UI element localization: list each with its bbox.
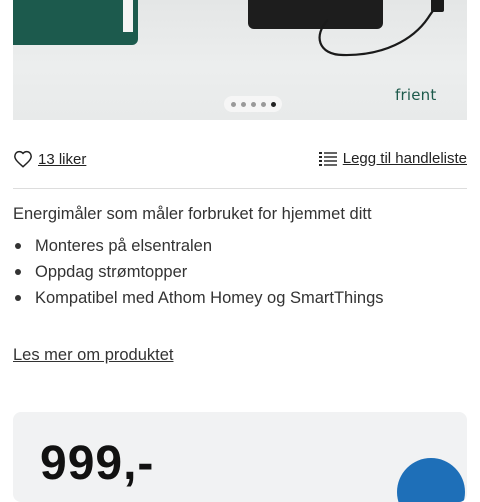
- feature-list: Monteres på elsentralen Oppdag strømtopp…: [13, 236, 384, 314]
- price-panel: 999,-: [13, 412, 467, 502]
- carousel-dot[interactable]: [270, 101, 276, 107]
- carousel-indicator[interactable]: [224, 96, 282, 112]
- feature-item: Monteres på elsentralen: [13, 236, 384, 262]
- price-value: 999,-: [40, 437, 155, 490]
- feature-text: Oppdag strømtopper: [35, 263, 188, 281]
- feature-text: Kompatibel med Athom Homey og SmartThing…: [35, 289, 384, 307]
- feature-text: Monteres på elsentralen: [35, 237, 213, 255]
- bullet-icon: [15, 243, 21, 249]
- carousel-dot[interactable]: [240, 101, 246, 107]
- heart-icon: [14, 150, 32, 168]
- add-to-shopping-list-button[interactable]: Legg til handleliste: [318, 150, 467, 167]
- product-image-carousel[interactable]: frient: [13, 0, 467, 120]
- brand-logo: frient: [395, 86, 437, 104]
- like-button[interactable]: 13 liker: [13, 150, 86, 168]
- feature-item: Oppdag strømtopper: [13, 262, 384, 288]
- carousel-dot[interactable]: [250, 101, 256, 107]
- section-divider: [13, 188, 467, 189]
- read-more-link[interactable]: Les mer om produktet: [13, 346, 174, 365]
- carousel-dot[interactable]: [230, 101, 236, 107]
- shopping-list-label: Legg til handleliste: [342, 150, 467, 167]
- bullet-icon: [15, 269, 21, 275]
- list-icon: [318, 151, 337, 166]
- product-description: Energimåler som måler forbruket for hjem…: [13, 205, 372, 223]
- add-to-cart-button[interactable]: [397, 458, 465, 502]
- bullet-icon: [15, 295, 21, 301]
- likes-count-label: 13 liker: [38, 150, 87, 168]
- feature-item: Kompatibel med Athom Homey og SmartThing…: [13, 288, 384, 314]
- carousel-dot[interactable]: [260, 101, 266, 107]
